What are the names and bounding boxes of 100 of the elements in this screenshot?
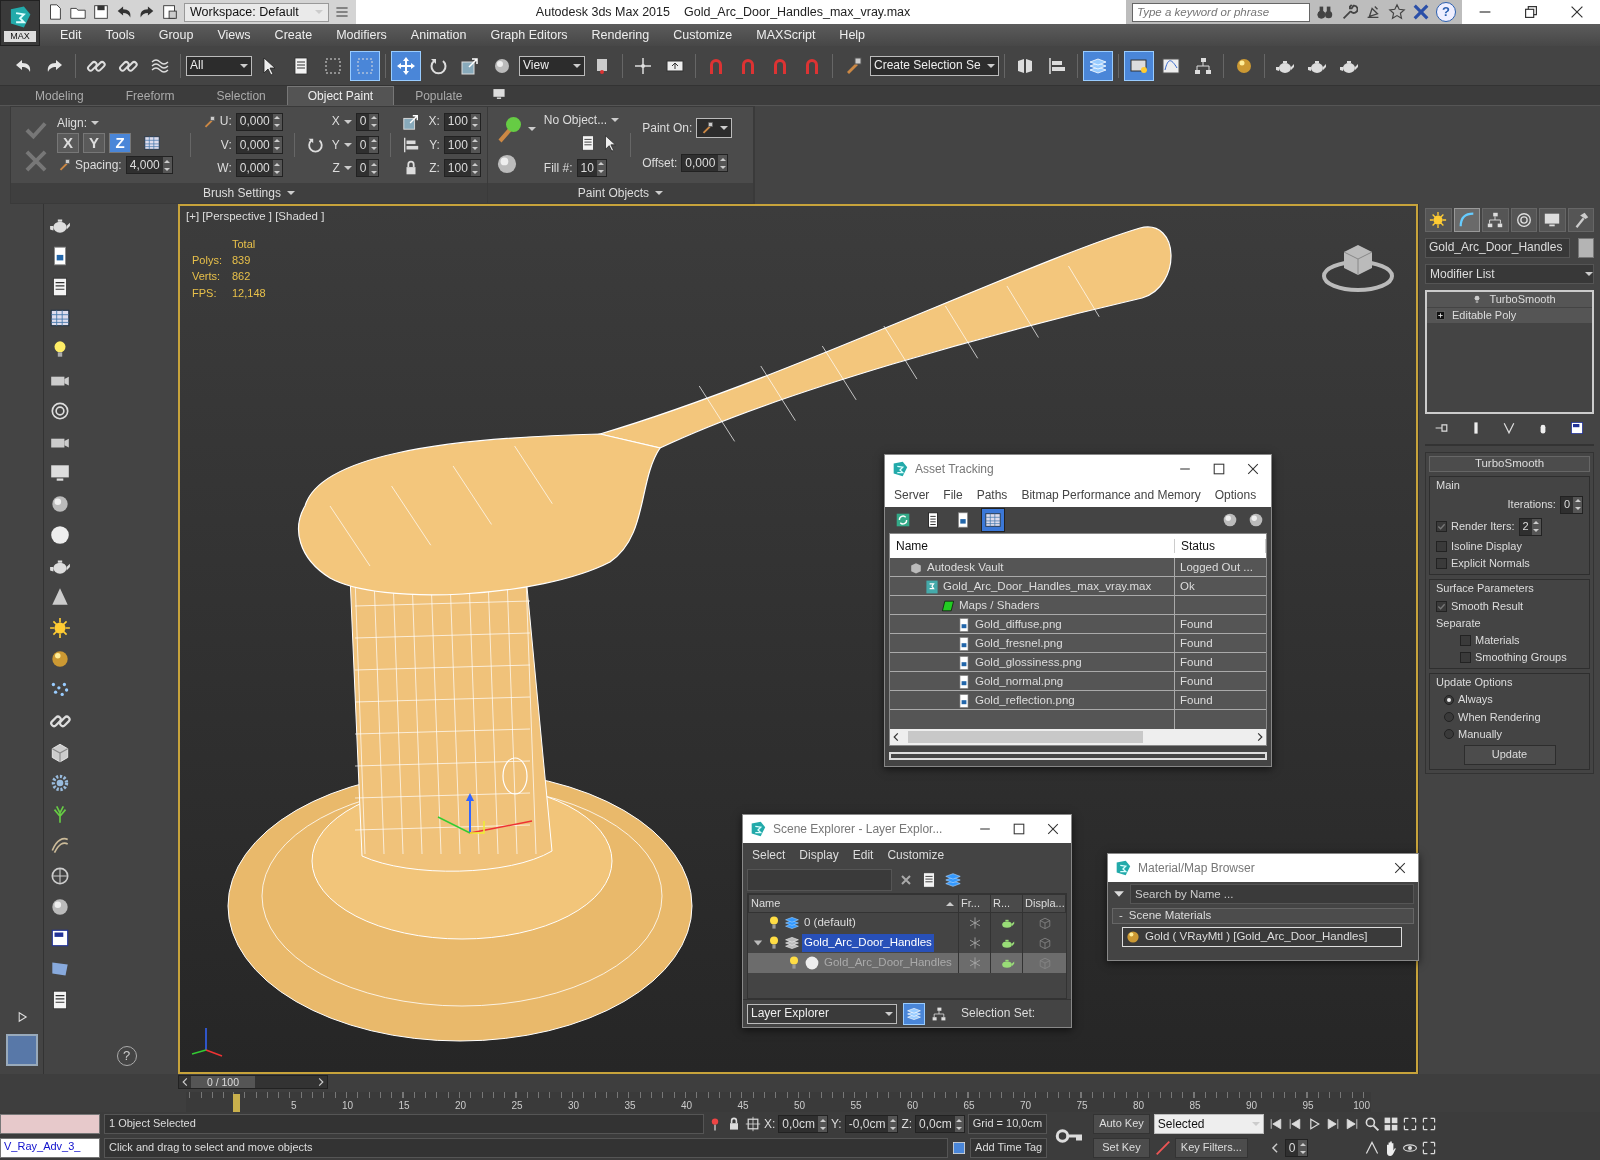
- dropdown[interactable]: All: [186, 55, 252, 76]
- tick-label: 10: [340, 1100, 353, 1112]
- menu-item[interactable]: File: [938, 487, 968, 503]
- number-field[interactable]: 0: [355, 112, 380, 131]
- column-header[interactable]: Fr...: [959, 895, 991, 912]
- ribbon-tab[interactable]: Populate: [394, 85, 484, 105]
- status-cell-text: Found: [1179, 693, 1214, 708]
- group-header[interactable]: - Scene Materials: [1112, 908, 1414, 924]
- menu-item[interactable]: Group: [146, 27, 206, 43]
- number-field[interactable]: 2: [1518, 518, 1542, 536]
- field-label: Render Iters:: [1451, 520, 1515, 534]
- axis-toggle[interactable]: Z: [109, 133, 131, 154]
- number-field[interactable]: 0,000: [681, 154, 729, 172]
- menu-item[interactable]: Modifiers: [324, 27, 399, 43]
- search-field[interactable]: Type a keyword or phrase: [1132, 2, 1310, 22]
- explorer-dropdown[interactable]: Layer Explorer: [747, 1003, 897, 1024]
- column-header[interactable]: Displa...: [1023, 895, 1066, 912]
- coordinate-field[interactable]: 0,0cm: [915, 1115, 965, 1133]
- spacing-field[interactable]: 4,000: [125, 156, 173, 175]
- field-label: Iterations:: [1507, 498, 1556, 512]
- ribbon-tab[interactable]: Modeling: [14, 85, 105, 105]
- number-field[interactable]: 100: [443, 159, 481, 178]
- number-field[interactable]: 0,000: [235, 112, 283, 131]
- workspace-dropdown[interactable]: Workspace: Default: [184, 2, 329, 22]
- ribbon-tab[interactable]: Object Paint: [286, 85, 395, 105]
- menu-item[interactable]: Paths: [971, 487, 1013, 503]
- number-field[interactable]: 10: [576, 158, 607, 177]
- tree-item[interactable]: Gold_Arc_Door_Handles: [802, 934, 934, 952]
- dropdown[interactable]: Create Selection Se: [870, 55, 999, 76]
- menu-item[interactable]: Select: [747, 847, 791, 863]
- key-filters-button[interactable]: Key Filters...: [1174, 1138, 1248, 1158]
- frame-counter[interactable]: 0 / 100: [178, 1075, 328, 1089]
- set-key-button[interactable]: Set Key: [1093, 1138, 1150, 1158]
- number-field[interactable]: 100: [443, 136, 481, 154]
- tree-item[interactable]: 0 (default): [802, 914, 858, 932]
- material-item[interactable]: Gold ( VRayMtl ) [Gold_Arc_Door_Handles]: [1122, 927, 1402, 947]
- column-header[interactable]: Status: [1175, 538, 1266, 554]
- number-field[interactable]: 0: [355, 159, 380, 178]
- object-name-field[interactable]: Gold_Arc_Door_Handles: [1425, 238, 1570, 258]
- coordinate-field[interactable]: 0,0cm: [778, 1115, 829, 1133]
- menu-item[interactable]: Customize: [882, 847, 950, 863]
- viewport-label[interactable]: [+] [Perspective ] [Shaded ]: [186, 210, 325, 224]
- application-button[interactable]: MAX: [0, 0, 40, 46]
- number-field[interactable]: 100: [443, 112, 481, 131]
- key-mode-dropdown[interactable]: Selected: [1153, 1114, 1264, 1134]
- tick-label: 20: [453, 1100, 466, 1112]
- checkbox-label: Materials: [1475, 633, 1520, 648]
- frame-readout: 0 / 100: [191, 1076, 255, 1088]
- tick-label: 95: [1301, 1100, 1314, 1112]
- menu-item[interactable]: Server: [889, 487, 935, 503]
- number-field[interactable]: 0,000: [235, 136, 283, 154]
- axis-toggle[interactable]: Y: [83, 133, 105, 154]
- ribbon-tab[interactable]: Freeform: [104, 85, 196, 105]
- column-header[interactable]: R...: [991, 895, 1023, 912]
- update-button[interactable]: Update: [1463, 745, 1556, 766]
- dropdown[interactable]: View: [519, 55, 585, 76]
- field-label: Y:: [429, 137, 440, 153]
- menu-item[interactable]: Options: [1209, 487, 1262, 503]
- help-button[interactable]: ?: [1436, 2, 1456, 22]
- time-ruler[interactable]: 5 10 15 20 25 30 35 40 45 50 55 60 65 70 75 80 85 90 95 100: [186, 1092, 1371, 1112]
- ribbon-tab[interactable]: Selection: [195, 85, 287, 105]
- axis-toggle[interactable]: X: [57, 133, 79, 154]
- stack-item[interactable]: Editable Poly: [1427, 308, 1592, 323]
- rollout-header[interactable]: TurboSmooth: [1429, 456, 1590, 472]
- object-dropdown[interactable]: No Object...: [543, 113, 620, 128]
- checkbox-label: Smoothing Groups: [1475, 651, 1567, 665]
- column-header[interactable]: Name: [890, 538, 1175, 554]
- column-header[interactable]: Name: [749, 895, 959, 912]
- number-field[interactable]: 0: [355, 136, 380, 154]
- menu-item[interactable]: Rendering: [579, 27, 662, 43]
- menu-item[interactable]: Edit: [48, 27, 94, 43]
- menu-item[interactable]: Edit: [847, 847, 879, 863]
- menu-item[interactable]: Views: [205, 27, 263, 43]
- auto-key-button[interactable]: Auto Key: [1093, 1114, 1150, 1134]
- window-title: Asset Tracking: [915, 461, 994, 477]
- number-field[interactable]: 0: [1559, 496, 1583, 514]
- frame-field[interactable]: 0: [1284, 1139, 1309, 1157]
- menu-item[interactable]: Help: [827, 27, 878, 43]
- checkbox-label: Explicit Normals: [1451, 557, 1530, 571]
- script-listener-field[interactable]: V_Ray_Adv_3_: [0, 1138, 100, 1158]
- modifier-dropdown[interactable]: Modifier List: [1425, 264, 1594, 284]
- coordinate-field[interactable]: -0,0cm: [844, 1115, 899, 1133]
- menu-item[interactable]: Graph Editors: [478, 27, 580, 43]
- modifier-stack[interactable]: TurboSmooth Editable Poly: [1425, 290, 1594, 414]
- menu-item[interactable]: Create: [262, 27, 325, 43]
- tick-label: 30: [566, 1100, 579, 1112]
- menu-item[interactable]: Customize: [661, 27, 745, 43]
- menu-item[interactable]: Tools: [93, 27, 147, 43]
- add-time-tag-button[interactable]: Add Time Tag: [970, 1138, 1048, 1158]
- menu-item[interactable]: Animation: [398, 27, 479, 43]
- search-field[interactable]: Search by Name ...: [1130, 884, 1414, 904]
- number-field[interactable]: 0,000: [235, 159, 283, 178]
- field-label: W:: [217, 161, 232, 176]
- selection-set-label: Selection Set:: [961, 1006, 1036, 1021]
- field-label: U:: [219, 114, 232, 129]
- menu-item[interactable]: Bitmap Performance and Memory: [1016, 487, 1206, 503]
- menu-item[interactable]: MAXScript: [744, 27, 828, 43]
- menu-item[interactable]: Display: [794, 847, 844, 863]
- stack-item[interactable]: TurboSmooth: [1427, 292, 1592, 307]
- stat-label: Verts:: [192, 270, 222, 284]
